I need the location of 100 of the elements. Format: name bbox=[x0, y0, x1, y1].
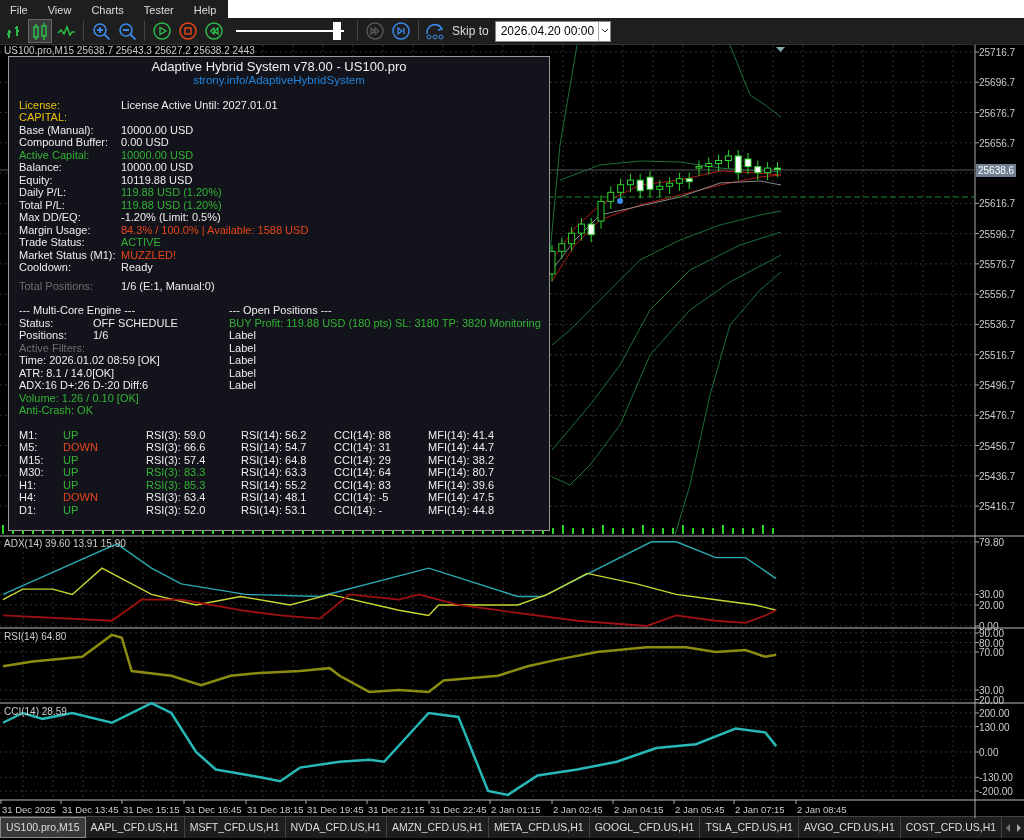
price-label: 25676.7 bbox=[979, 107, 1016, 119]
candlestick bbox=[754, 160, 762, 181]
trend-value: UP bbox=[63, 478, 80, 491]
timeframe-label: M5: bbox=[19, 441, 39, 454]
field-value: 119.88 USD (1.20%) bbox=[121, 198, 222, 211]
cci-value: CCI(14): 31 bbox=[334, 441, 392, 454]
axis-label: 70.00 bbox=[979, 647, 1005, 658]
price-label: 25656.7 bbox=[979, 137, 1016, 149]
slider-handle[interactable] bbox=[332, 22, 341, 40]
cci-value: CCI(14): 83 bbox=[334, 478, 392, 491]
time-label: 2 Jan 07:15 bbox=[735, 804, 785, 815]
position-text: Label bbox=[229, 354, 257, 367]
candlestick bbox=[685, 172, 693, 190]
axis-label: 80.00 bbox=[979, 637, 1005, 649]
rsi-value: RSI(14): 53.1 bbox=[241, 503, 308, 516]
axis-label: 20.00 bbox=[979, 694, 1005, 706]
current-price: 25638.6 bbox=[976, 164, 1017, 177]
time-label: 31 Dec 16:45 bbox=[185, 804, 242, 815]
field-value: ACTIVE bbox=[121, 236, 161, 249]
rsi-value: RSI(3): 52.0 bbox=[146, 503, 207, 516]
field-label: CAPITAL: bbox=[19, 111, 69, 124]
rewind-icon bbox=[205, 22, 223, 40]
price-label: 25436.7 bbox=[979, 470, 1016, 482]
time-label: 31 Dec 2025 bbox=[2, 804, 56, 815]
price-label: 25476.7 bbox=[979, 410, 1016, 422]
playback-button[interactable] bbox=[202, 19, 226, 43]
field-value: MUZZLED! bbox=[121, 248, 176, 261]
field-label: Compound Buffer: bbox=[19, 136, 110, 149]
date-field[interactable]: 2026.04.20 00:00 bbox=[494, 20, 612, 42]
axis-label: -130.00 bbox=[979, 772, 1013, 784]
time-label: 2 Jan 05:45 bbox=[675, 804, 725, 815]
indicator-title: RSI(14) 64.80 bbox=[4, 631, 67, 642]
field-label: Market Status (M1): bbox=[19, 248, 117, 261]
field-value: OFF SCHEDULE bbox=[93, 316, 178, 329]
section-title: --- Multi-Core Engine --- bbox=[19, 304, 137, 317]
timeframe-label: M30: bbox=[19, 466, 45, 479]
field-value: -1.20% (Limit: 0.5%) bbox=[121, 211, 221, 224]
playback-button[interactable] bbox=[150, 19, 174, 43]
cci-value: CCI(14): 88 bbox=[334, 428, 392, 441]
menu-item[interactable]: Tester bbox=[133, 0, 184, 18]
filter-text: Time: 2026.01.02 08:59 [OK] bbox=[19, 354, 161, 367]
price-label: 25596.7 bbox=[979, 228, 1016, 240]
indicator-title: CCI(14) 28.59 bbox=[4, 706, 67, 717]
axis-label: 130.00 bbox=[979, 721, 1010, 733]
candlestick-icon bbox=[31, 22, 49, 40]
position-text: Label bbox=[229, 379, 257, 392]
playback-button[interactable] bbox=[389, 19, 413, 43]
filter-text: ATR: 8.1 / 14.0[OK] bbox=[19, 366, 116, 379]
field-label: Trade Status: bbox=[19, 236, 86, 249]
step-icon bbox=[392, 22, 410, 40]
field-label: Total P/L: bbox=[19, 198, 66, 211]
chart-header: US100.pro,M15 25638.7 25643.3 25627.2 25638.2 2443 bbox=[4, 45, 255, 56]
cci-value: CCI(14): 64 bbox=[334, 466, 392, 479]
field-value: Ready bbox=[121, 261, 153, 274]
candlestick bbox=[646, 170, 654, 198]
menu-item[interactable]: Charts bbox=[81, 0, 134, 18]
candlestick bbox=[695, 160, 703, 177]
menu-item[interactable]: View bbox=[37, 0, 82, 18]
shift-marker-icon bbox=[776, 47, 785, 52]
field-label: Positions: bbox=[19, 329, 68, 342]
link[interactable]: strony.info/AdaptiveHybridSystem bbox=[193, 74, 365, 86]
playback-button[interactable] bbox=[176, 19, 200, 43]
stop-icon bbox=[179, 22, 197, 40]
axis-label: 20.00 bbox=[979, 599, 1005, 611]
time-label: 2 Jan 08:45 bbox=[797, 804, 847, 815]
position-text: Label bbox=[229, 366, 257, 379]
cci-value: CCI(14): - bbox=[334, 503, 384, 516]
axis-label: -200.00 bbox=[979, 786, 1013, 797]
candlestick bbox=[607, 185, 615, 210]
candlestick bbox=[597, 194, 605, 230]
rsi-value: RSI(3): 83.3 bbox=[146, 466, 207, 479]
time-label: 31 Dec 18:15 bbox=[247, 804, 304, 815]
rsi-value: RSI(3): 63.4 bbox=[146, 491, 207, 504]
field-label: Status: bbox=[19, 316, 55, 329]
trade-marker-icon bbox=[617, 198, 623, 204]
field-label: Equity: bbox=[19, 173, 54, 186]
field-value: 84.3% / 100.0% | Available: 1588 USD bbox=[121, 223, 309, 236]
menu-item[interactable]: File bbox=[0, 0, 38, 18]
filter-text: Volume: 1.26 / 0.10 [OK] bbox=[19, 391, 140, 404]
rsi-value: RSI(14): 55.2 bbox=[241, 478, 308, 491]
mfi-value: MFI(14): 41.4 bbox=[428, 428, 496, 441]
field-label: Cooldown: bbox=[19, 261, 72, 274]
mfi-value: MFI(14): 39.6 bbox=[428, 478, 496, 491]
field-label: Daily P/L: bbox=[19, 186, 68, 199]
field-value: 0.00 USD bbox=[121, 136, 169, 149]
dropdown-icon bbox=[600, 28, 609, 34]
timeframe-label: H4: bbox=[19, 491, 38, 504]
chart-type-button[interactable] bbox=[28, 19, 52, 43]
chart-tab[interactable]: US100.pro,M15 bbox=[0, 817, 86, 838]
time-label: 31 Dec 21:15 bbox=[368, 804, 425, 815]
rsi-value: RSI(14): 63.3 bbox=[241, 466, 308, 479]
trend-value: UP bbox=[63, 453, 80, 466]
price-label: 25616.7 bbox=[979, 198, 1016, 210]
field-label: Margin Usage: bbox=[19, 223, 92, 236]
rsi-value: RSI(14): 54.7 bbox=[241, 441, 308, 454]
trend-value: DOWN bbox=[63, 441, 99, 454]
menu-item[interactable]: Help bbox=[183, 0, 227, 18]
axis-label: 0.00 bbox=[979, 747, 999, 758]
panel-title: Adaptive Hybrid System v78.00 - US100.pro bbox=[150, 60, 408, 74]
scroll-right-icon bbox=[1017, 823, 1023, 832]
